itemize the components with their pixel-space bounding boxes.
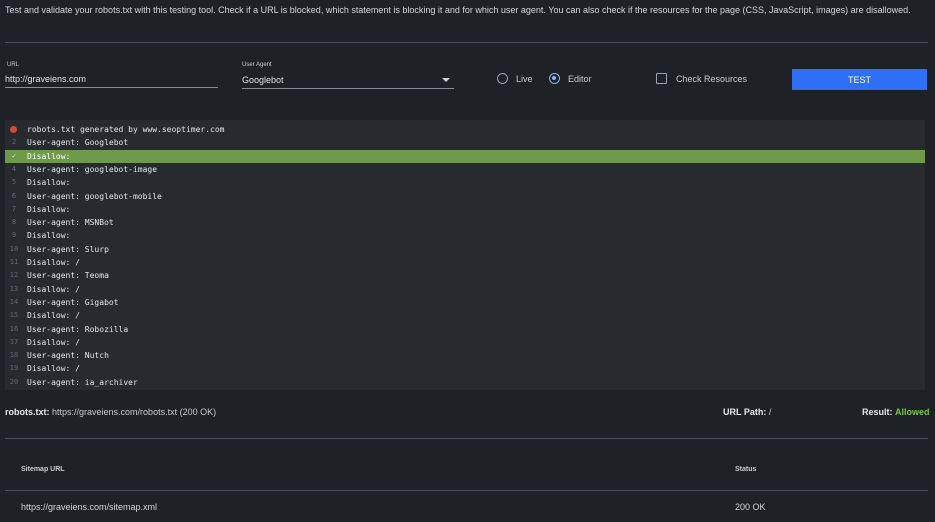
editor-line[interactable]: 15 Disallow: /	[5, 309, 925, 322]
user-agent-label: User Agent	[242, 62, 272, 68]
result-value: Allowed	[895, 407, 930, 417]
editor-line[interactable]: robots.txt generated by www.seoptimer.co…	[5, 123, 925, 136]
check-icon: ✓	[11, 151, 17, 160]
robots-url[interactable]: https://graveiens.com/robots.txt (200 OK…	[52, 407, 216, 417]
error-icon	[10, 126, 17, 133]
divider	[5, 438, 928, 439]
line-text: Disallow:	[27, 204, 71, 214]
line-number: 15	[9, 311, 19, 320]
line-text: User-agent: Slurp	[27, 244, 109, 254]
line-text: Disallow: /	[27, 364, 80, 374]
url-path-label: URL Path:	[723, 407, 767, 417]
line-number: 6	[11, 191, 17, 200]
line-number: 20	[9, 377, 19, 386]
line-text: User-agent: ia_archiver	[27, 377, 138, 387]
result-label: Result:	[862, 407, 893, 417]
user-agent-value: Googlebot	[242, 75, 284, 85]
divider	[5, 42, 928, 43]
line-text: User-agent: Robozilla	[27, 324, 129, 334]
line-text: User-agent: Teoma	[27, 271, 109, 281]
editor-line[interactable]: 10 User-agent: Slurp	[5, 243, 925, 256]
editor-line[interactable]: 12 User-agent: Teoma	[5, 269, 925, 282]
check-resources-checkbox[interactable]	[656, 73, 667, 84]
line-text: User-agent: Nutch	[27, 351, 109, 361]
editor-line[interactable]: 8 User-agent: MSNBot	[5, 216, 925, 229]
editor-line[interactable]: 16 User-agent: Robozilla	[5, 323, 925, 336]
line-number: 13	[9, 284, 19, 293]
editor-line[interactable]: 9 Disallow:	[5, 229, 925, 242]
editor-line[interactable]: 4 User-agent: googlebot-image	[5, 163, 925, 176]
line-text: User-agent: googlebot-mobile	[27, 191, 162, 201]
line-number: 9	[11, 231, 17, 240]
line-text: Disallow:	[27, 178, 71, 188]
line-number: 14	[9, 297, 19, 306]
line-text: Disallow:	[27, 231, 71, 241]
robots-label: robots.txt:	[5, 407, 50, 417]
live-radio[interactable]	[497, 73, 508, 84]
line-text: User-agent: googlebot-image	[27, 164, 158, 174]
editor-line[interactable]: 14 User-agent: Gigabot	[5, 296, 925, 309]
editor-line[interactable]: 11 Disallow: /	[5, 256, 925, 269]
line-text: Disallow:	[27, 151, 71, 161]
url-path-value: /	[768, 407, 772, 417]
line-number: 16	[9, 324, 19, 333]
editor-radio[interactable]	[549, 73, 560, 84]
live-label: Live	[516, 74, 533, 84]
line-number: 10	[9, 244, 19, 253]
chevron-down-icon	[442, 78, 450, 82]
table-divider	[5, 490, 928, 491]
editor-line[interactable]: 18 User-agent: Nutch	[5, 349, 925, 362]
sitemap-status-cell: 200 OK	[735, 502, 766, 512]
editor-line[interactable]: 5 Disallow:	[5, 176, 925, 189]
line-text: robots.txt generated by www.seoptimer.co…	[27, 125, 225, 134]
line-number: 11	[9, 258, 19, 266]
editor-line[interactable]: 17 Disallow: /	[5, 336, 925, 349]
user-agent-select[interactable]: Googlebot	[242, 72, 454, 89]
editor-line[interactable]: 13 Disallow: /	[5, 283, 925, 296]
robots-editor[interactable]: robots.txt generated by www.seoptimer.co…	[5, 120, 925, 390]
result-info: Result: Allowed	[862, 407, 930, 417]
line-number: 19	[9, 364, 19, 373]
sitemap-url-cell[interactable]: https://graveiens.com/sitemap.xml	[21, 502, 157, 512]
line-number: 2	[11, 138, 17, 147]
intro-text: Test and validate your robots.txt with t…	[5, 5, 911, 15]
line-text: Disallow: /	[27, 337, 80, 347]
line-text: User-agent: Googlebot	[27, 138, 129, 148]
url-label: URL	[7, 62, 20, 68]
line-number: 8	[11, 218, 17, 227]
robots-info: robots.txt: https://graveiens.com/robots…	[5, 407, 216, 417]
test-button[interactable]: TEST	[792, 69, 927, 90]
line-text: Disallow: /	[27, 258, 80, 267]
line-number: 7	[11, 204, 17, 213]
editor-line[interactable]: 6 User-agent: googlebot-mobile	[5, 190, 925, 203]
check-resources-label: Check Resources	[676, 74, 748, 84]
line-text: Disallow: /	[27, 284, 80, 294]
sitemap-url-header: Sitemap URL	[21, 466, 65, 473]
editor-line[interactable]: 20 User-agent: ia_archiver	[5, 376, 925, 389]
editor-line[interactable]: 19 Disallow: /	[5, 362, 925, 375]
editor-line[interactable]: 7 Disallow:	[5, 203, 925, 216]
url-path-info: URL Path: /	[723, 407, 771, 417]
editor-line[interactable]: ✓ Disallow:	[5, 149, 925, 163]
line-text: User-agent: Gigabot	[27, 297, 119, 307]
line-text: User-agent: MSNBot	[27, 218, 114, 228]
line-number: 4	[11, 164, 17, 173]
line-text: Disallow: /	[27, 311, 80, 321]
editor-label: Editor	[568, 74, 592, 84]
editor-line[interactable]: 2 User-agent: Googlebot	[5, 136, 925, 149]
line-number: 12	[9, 271, 19, 280]
line-number: 17	[9, 337, 19, 346]
status-header: Status	[735, 466, 757, 473]
url-input[interactable]: http://graveiens.com	[5, 71, 218, 88]
line-number: 5	[11, 178, 17, 187]
line-number: 18	[9, 351, 19, 360]
